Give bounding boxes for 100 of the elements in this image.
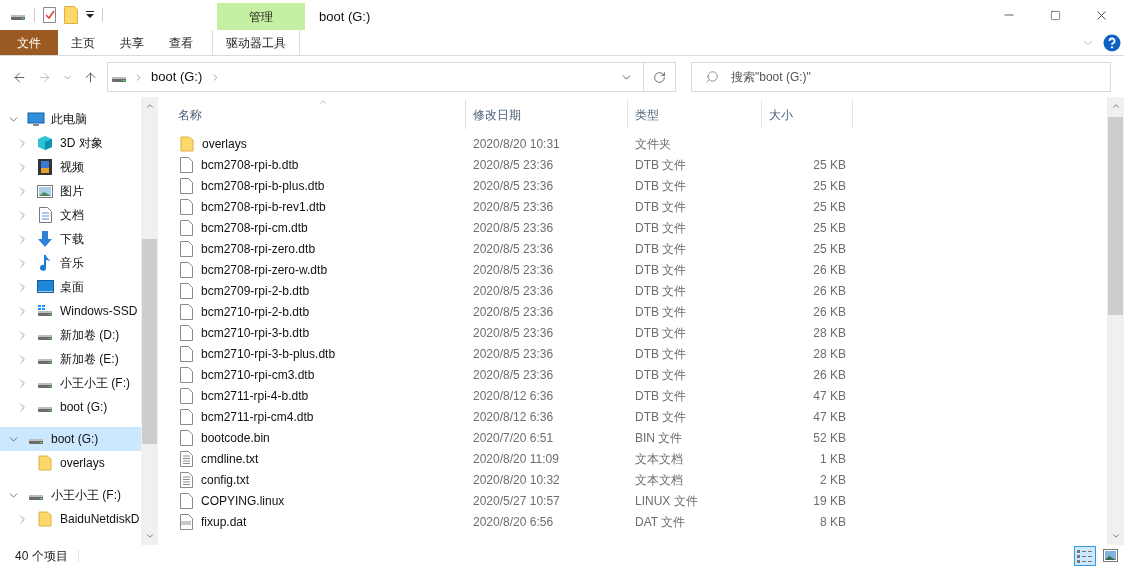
tree-item-label: 文档 (60, 207, 84, 224)
tree-item[interactable]: 3D 对象 (0, 131, 141, 155)
file-row[interactable]: overlays 2020/8/20 10:31 文件夹 (170, 133, 1107, 154)
file-row[interactable]: COPYING.linux 2020/5/27 10:57 LINUX 文件 19 KB (170, 490, 1107, 511)
file-row[interactable]: bcm2709-rpi-2-b.dtb 2020/8/5 23:36 DTB 文件 26 KB (170, 280, 1107, 301)
file-tab[interactable]: 文件 (0, 30, 58, 55)
file-row[interactable]: bcm2708-rpi-b-rev1.dtb 2020/8/5 23:36 DTB 文件 25 KB (170, 196, 1107, 217)
file-type: DTB 文件 (635, 325, 687, 340)
file-icon (180, 156, 193, 173)
file-icon (180, 492, 193, 509)
file-row[interactable]: bcm2708-rpi-cm.dtb 2020/8/5 23:36 DTB 文件 25 KB (170, 217, 1107, 238)
scrollbar[interactable] (1107, 97, 1124, 545)
tree-item[interactable]: boot (G:) (0, 395, 141, 419)
scroll-down-icon[interactable] (1110, 531, 1121, 541)
tree-item-label: Windows-SSD (60, 303, 138, 320)
file-type: 文本文档 (635, 451, 683, 466)
file-name: cmdline.txt (201, 450, 259, 468)
scroll-up-icon[interactable] (1110, 101, 1121, 111)
modified-date: 2020/8/12 6:36 (473, 388, 554, 403)
tree-item[interactable]: 图片 (0, 179, 141, 203)
column-header[interactable]: 名称 (170, 100, 466, 129)
file-name: bcm2708-rpi-zero.dtb (201, 240, 316, 258)
tree-item-label: 3D 对象 (60, 135, 103, 152)
scroll-up-icon[interactable] (144, 101, 155, 111)
tree-item[interactable]: overlays (0, 451, 141, 475)
file-row[interactable]: bcm2708-rpi-b.dtb 2020/8/5 23:36 DTB 文件 25 KB (170, 154, 1107, 175)
tree-item-label: BaiduNetdiskD (60, 511, 140, 528)
ribbon-tab[interactable]: 共享 (108, 30, 156, 55)
file-type: DAT 文件 (635, 514, 686, 529)
file-icon (180, 177, 193, 194)
modified-date: 2020/8/20 6:56 (473, 514, 554, 529)
tree-item[interactable]: 下载 (0, 227, 141, 251)
file-name: overlays (202, 135, 247, 153)
cube-icon (37, 135, 53, 151)
scroll-down-icon[interactable] (144, 531, 155, 541)
download-arrow-icon (37, 231, 53, 247)
tree-item[interactable]: 视频 (0, 155, 141, 179)
file-row[interactable]: bcm2710-rpi-2-b.dtb 2020/8/5 23:36 DTB 文件 26 KB (170, 301, 1107, 322)
file-row[interactable]: fixup.dat 2020/8/20 6:56 DAT 文件 8 KB (170, 511, 1107, 532)
column-header[interactable]: 类型 (628, 100, 762, 129)
tree-item[interactable]: 新加卷 (D:) (0, 323, 141, 347)
tree-item[interactable]: 小王小王 (F:) (0, 483, 141, 507)
maximize-icon (1049, 9, 1061, 21)
details-view-button[interactable] (1074, 545, 1096, 566)
tree-item[interactable]: 文档 (0, 203, 141, 227)
help-icon[interactable] (1103, 33, 1121, 52)
scrollbar-thumb[interactable] (1108, 117, 1123, 315)
file-row[interactable]: cmdline.txt 2020/8/20 11:09 文本文档 1 KB (170, 448, 1107, 469)
tree-item[interactable]: 此电脑 (0, 107, 141, 131)
picture-icon (37, 184, 53, 198)
tree-item[interactable]: 桌面 (0, 275, 141, 299)
tree-item[interactable]: boot (G:) (0, 427, 141, 451)
tree-item-label: 小王小王 (F:) (60, 375, 130, 392)
file-row[interactable]: bcm2710-rpi-3-b.dtb 2020/8/5 23:36 DTB 文件 28 KB (170, 322, 1107, 343)
scrollbar[interactable] (141, 97, 158, 545)
file-type: DTB 文件 (635, 367, 687, 382)
ribbon-tab[interactable]: 查看 (157, 30, 205, 55)
modified-date: 2020/8/5 23:36 (473, 199, 554, 214)
file-name: bcm2710-rpi-cm3.dtb (201, 366, 315, 384)
breadcrumb-item[interactable]: boot (G:) (151, 67, 203, 87)
file-type: DTB 文件 (635, 241, 687, 256)
file-row[interactable]: bcm2710-rpi-cm3.dtb 2020/8/5 23:36 DTB 文件 26 KB (170, 364, 1107, 385)
context-tab-header: 管理 (217, 3, 305, 30)
file-row[interactable]: bootcode.bin 2020/7/20 6:51 BIN 文件 52 KB (170, 427, 1107, 448)
desktop-icon (36, 280, 54, 294)
file-row[interactable]: bcm2708-rpi-zero.dtb 2020/8/5 23:36 DTB 文件 25 KB (170, 238, 1107, 259)
address-bar[interactable]: boot (G:) (107, 62, 676, 92)
properties-check-icon[interactable] (43, 7, 56, 23)
file-size: 19 KB (813, 492, 846, 510)
refresh-icon[interactable] (653, 70, 666, 84)
file-row[interactable]: config.txt 2020/8/20 10:32 文本文档 2 KB (170, 469, 1107, 490)
customize-toolbar-icon[interactable] (86, 11, 94, 19)
column-header[interactable]: 大小 (762, 100, 853, 129)
file-icon (180, 198, 193, 215)
modified-date: 2020/8/5 23:36 (473, 241, 554, 256)
window-title: boot (G:) (319, 8, 371, 26)
tree-item[interactable]: 新加卷 (E:) (0, 347, 141, 371)
tree-item[interactable]: 音乐 (0, 251, 141, 275)
tree-item-label: 视频 (60, 159, 84, 176)
file-type: DTB 文件 (635, 304, 687, 319)
file-row[interactable]: bcm2708-rpi-b-plus.dtb 2020/8/5 23:36 DTB 文件 25 KB (170, 175, 1107, 196)
search-field[interactable]: 搜索"boot (G:)" (691, 62, 1111, 92)
scrollbar-thumb[interactable] (142, 239, 157, 444)
file-size: 28 KB (813, 345, 846, 363)
new-folder-icon[interactable] (64, 6, 78, 24)
file-row[interactable]: bcm2710-rpi-3-b-plus.dtb 2020/8/5 23:36 DTB 文件 28 KB (170, 343, 1107, 364)
file-row[interactable]: bcm2711-rpi-4-b.dtb 2020/8/12 6:36 DTB 文件 47 KB (170, 385, 1107, 406)
tree-item[interactable]: 小王小王 (F:) (0, 371, 141, 395)
file-type: DTB 文件 (635, 199, 687, 214)
column-header[interactable]: 修改日期 (466, 100, 628, 129)
ribbon-tab[interactable]: 主页 (59, 30, 107, 55)
modified-date: 2020/8/20 10:32 (473, 472, 560, 487)
forward-arrow-icon[interactable] (37, 69, 52, 85)
tree-item[interactable]: Windows-SSD (0, 299, 141, 323)
file-name: bcm2708-rpi-b-rev1.dtb (201, 198, 326, 216)
tree-item-label: 小王小王 (F:) (51, 487, 121, 504)
file-name: fixup.dat (201, 513, 247, 531)
tree-item[interactable]: BaiduNetdiskD (0, 507, 141, 531)
file-row[interactable]: bcm2708-rpi-zero-w.dtb 2020/8/5 23:36 DTB 文件 26 KB (170, 259, 1107, 280)
file-row[interactable]: bcm2711-rpi-cm4.dtb 2020/8/12 6:36 DTB 文件 47 KB (170, 406, 1107, 427)
